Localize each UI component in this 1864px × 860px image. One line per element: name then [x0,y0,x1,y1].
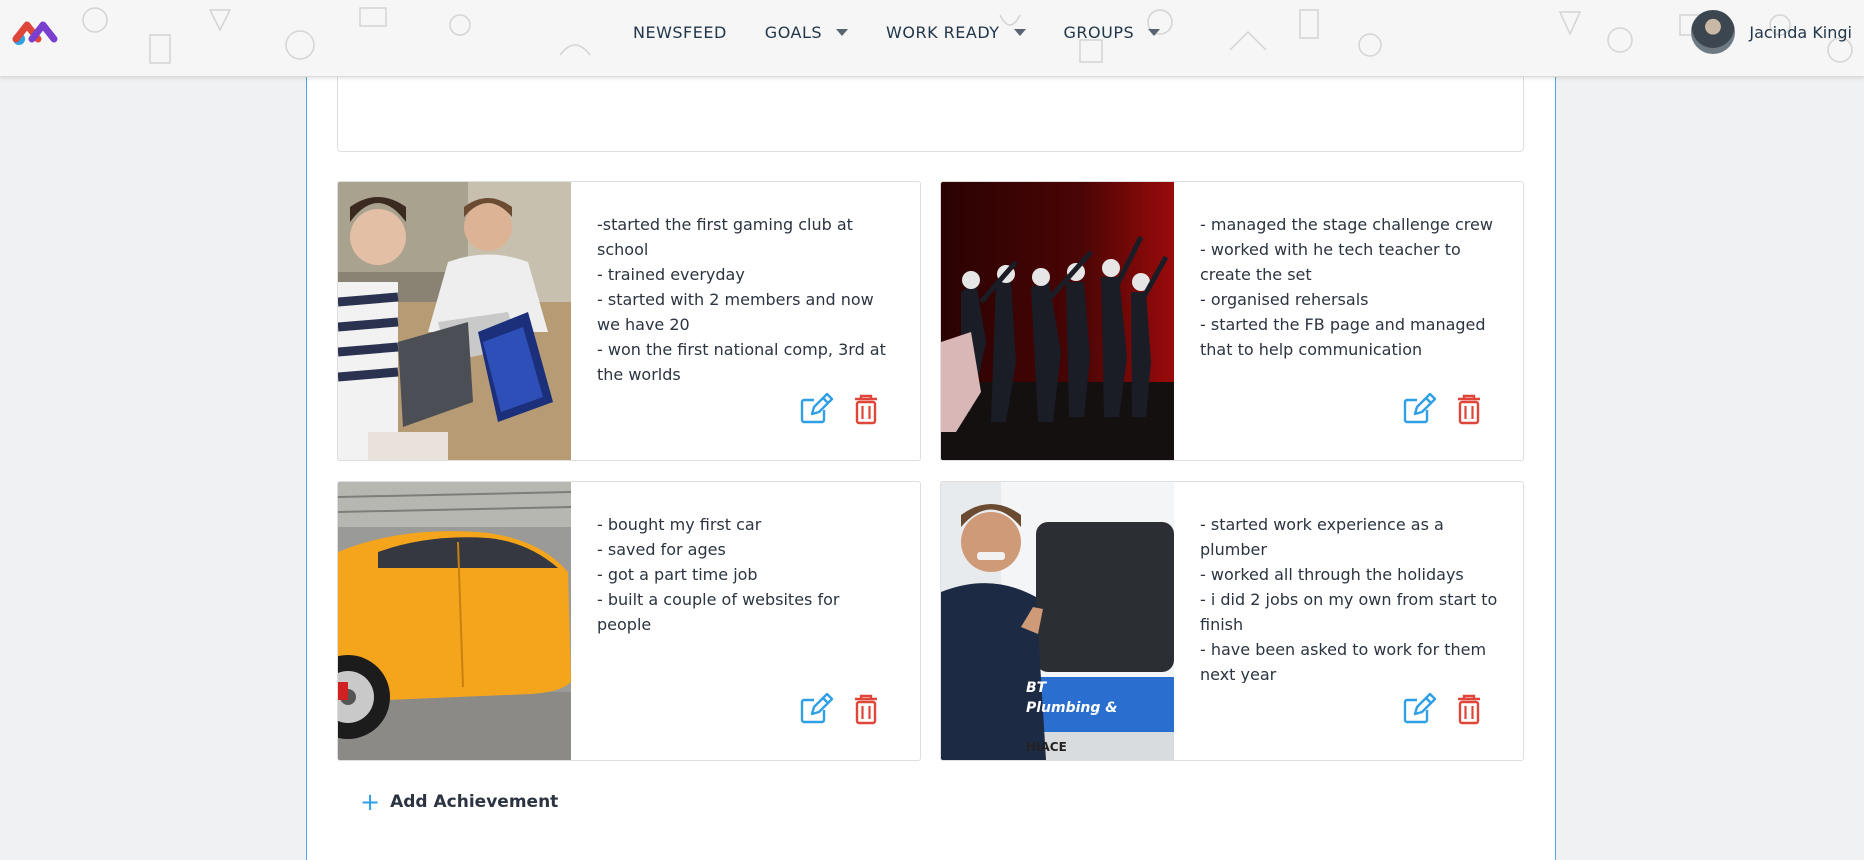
nav-work-ready-label: WORK READY [886,22,1000,42]
add-achievement-label: Add Achievement [390,792,559,812]
nav-groups[interactable]: GROUPS [1064,23,1161,42]
achievement-line: - bought my first car [597,515,762,534]
stage-dancers-photo [941,182,1174,460]
van-text-line: Plumbing & [1026,700,1118,716]
user-menu[interactable]: Jacinda Kingi [1691,10,1852,54]
nav-groups-label: GROUPS [1063,22,1135,42]
edit-icon[interactable] [1401,690,1437,726]
nav-newsfeed[interactable]: NEWSFEED [633,23,727,42]
students-laptops-photo [338,182,571,460]
achievement-line: - built a couple of websites for people [597,590,840,634]
edit-icon[interactable] [798,690,834,726]
van-text-line: BT [1026,680,1047,696]
user-name: Jacinda Kingi [1749,22,1852,42]
achievement-card: - bought my first car - saved for ages -… [337,481,921,761]
achievement-line: - started work experience as a plumber [1200,515,1444,559]
achievement-line: - managed the stage challenge crew [1200,215,1493,234]
app-logo[interactable] [12,20,58,46]
achievement-line: - organised rehersals [1200,290,1369,309]
achievement-line: - worked all through the holidays [1200,565,1464,584]
achievement-card: BT Plumbing & HIACE - started work exper… [940,481,1524,761]
trash-icon[interactable] [848,690,884,726]
nav-goals[interactable]: GOALS [764,22,849,42]
nav-goals-label: GOALS [764,22,823,42]
achievement-line: - trained everyday [597,265,745,284]
achievement-line: - started with 2 members and now we have… [597,290,874,334]
trash-icon[interactable] [848,390,884,426]
card-actions [1401,690,1501,726]
trash-icon[interactable] [1451,690,1487,726]
card-actions [1401,390,1501,426]
chevron-down-icon [1148,28,1161,36]
achievement-line: - worked with he tech teacher to create … [1200,240,1461,284]
achievement-line: - started the FB page and managed that t… [1200,315,1486,359]
main-nav: NEWSFEED GOALS WORK READY GROUPS [633,0,1198,64]
chevron-down-icon [836,28,849,36]
card-actions [798,690,898,726]
achievement-card: - managed the stage challenge crew - wor… [940,181,1524,461]
top-navigation-bar: NEWSFEED GOALS WORK READY GROUPS Jacinda… [0,0,1864,77]
achievement-description: - bought my first car - saved for ages -… [597,512,897,683]
chevron-down-icon [1013,28,1026,36]
nav-newsfeed-label: NEWSFEED [633,22,727,42]
nav-work-ready[interactable]: WORK READY [886,23,1026,42]
van-text: BT Plumbing & [1026,678,1118,718]
card-actions [798,390,898,426]
achievement-description: - started work experience as a plumber -… [1200,512,1500,683]
achievement-line: - got a part time job [597,565,758,584]
edit-icon[interactable] [798,390,834,426]
plumber-van-photo [941,482,1174,760]
achievement-description: - managed the stage challenge crew - wor… [1200,212,1500,383]
yellow-car-photo [338,482,571,760]
achievement-line: -started the first gaming club at school [597,215,853,259]
achievement-card: -started the first gaming club at school… [337,181,921,461]
achievement-line: - have been asked to work for them next … [1200,640,1487,683]
achievement-line: - won the first national comp, 3rd at th… [597,340,886,383]
achievement-description: -started the first gaming club at school… [597,212,897,383]
achievement-line: - saved for ages [597,540,726,559]
plus-icon: + [360,788,381,816]
achievement-line: - i did 2 jobs on my own from start to f… [1200,590,1498,634]
avatar[interactable] [1691,10,1736,54]
add-achievement-button[interactable]: + Add Achievement [360,788,559,816]
trash-icon[interactable] [1451,390,1487,426]
van-model-text: HIACE [1026,740,1067,754]
edit-icon[interactable] [1401,390,1437,426]
